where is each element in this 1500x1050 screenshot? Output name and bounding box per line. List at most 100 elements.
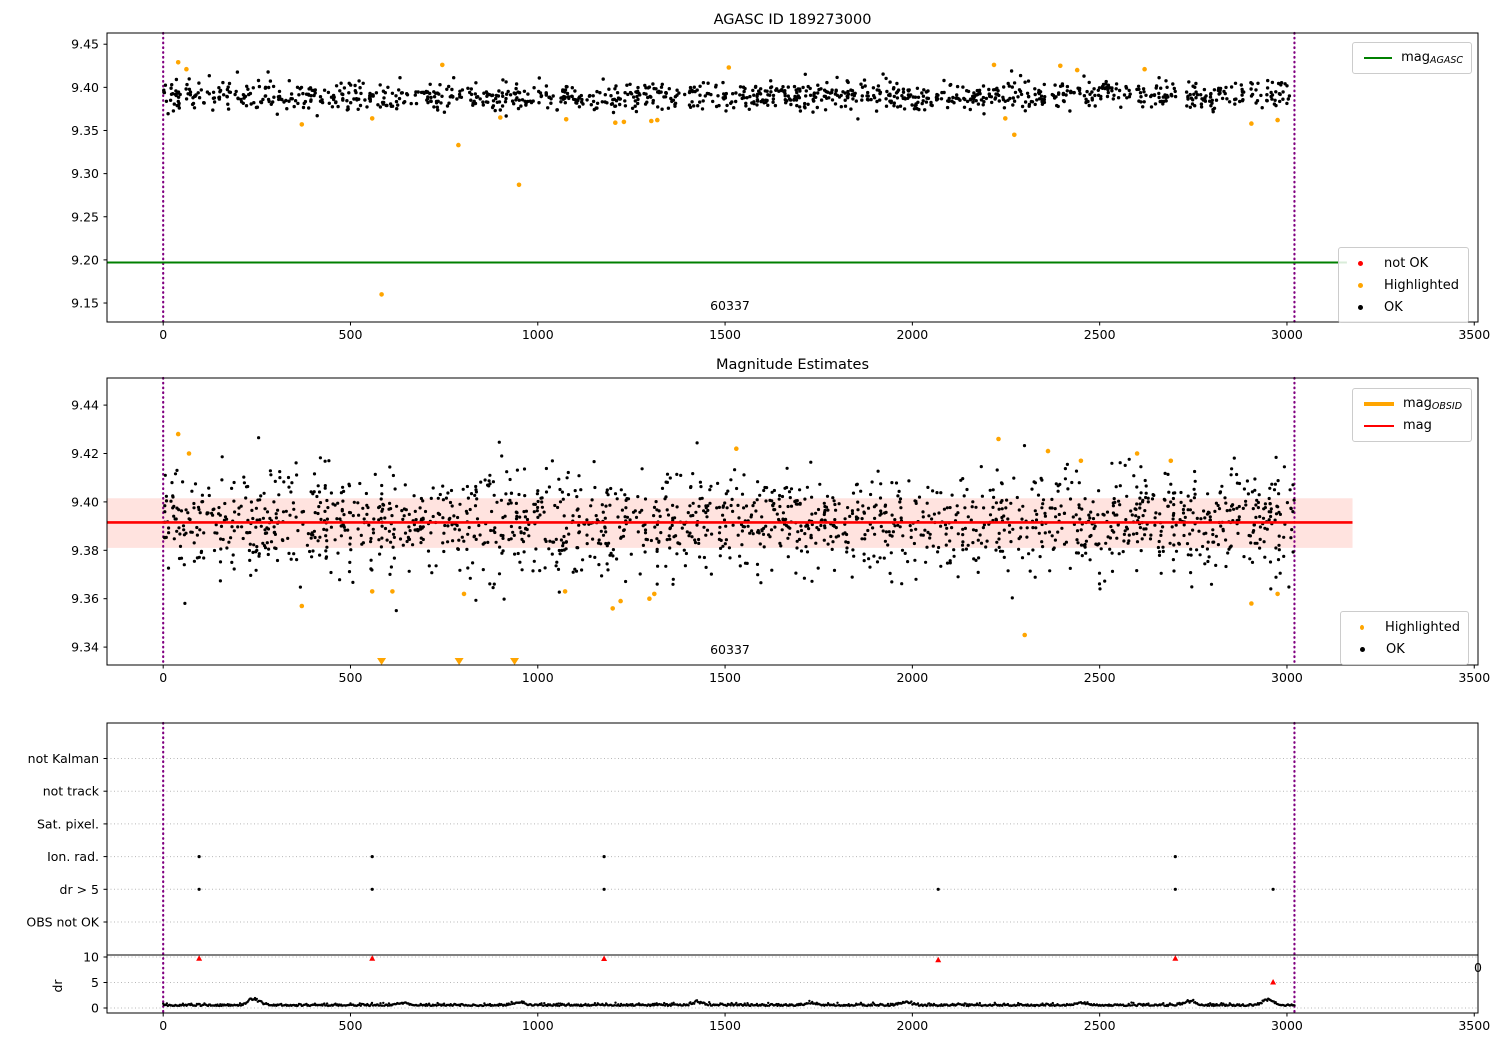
scatter-point-ok	[564, 540, 569, 544]
scatter-point-ok	[570, 94, 574, 99]
scatter-point-ok	[668, 527, 672, 531]
scatter-point-ok	[789, 487, 794, 491]
scatter-point-highlighted	[1275, 591, 1280, 597]
scatter-point-ok	[391, 545, 395, 549]
ok-dot-swatch	[1360, 646, 1365, 652]
scatter-point-ok	[925, 545, 929, 549]
scatter-point-ok	[1266, 78, 1270, 83]
scatter-point-ok	[932, 512, 937, 516]
scatter-point-highlighted	[1058, 63, 1063, 69]
scatter-point-ok	[431, 486, 435, 490]
scatter-point-ok	[330, 105, 335, 109]
scatter-point-ok	[641, 543, 646, 548]
scatter-point-ok	[1174, 523, 1178, 527]
scatter-point-ok	[837, 502, 841, 506]
scatter-point-ok	[1097, 582, 1102, 586]
scatter-point-ok	[1171, 82, 1175, 86]
scatter-point-ok	[609, 486, 613, 491]
scatter-point-ok	[166, 112, 170, 116]
scatter-point-ok	[387, 529, 391, 533]
scatter-point-ok	[677, 91, 681, 95]
scatter-point-ok	[172, 514, 176, 518]
scatter-point-ok	[851, 97, 855, 101]
scatter-point-ok	[1193, 479, 1197, 483]
scatter-point-ok	[1004, 506, 1008, 510]
scatter-point-ok	[671, 577, 675, 581]
scatter-point-ok	[562, 534, 566, 539]
scatter-point-ok	[289, 490, 293, 494]
scatter-point-ok	[1055, 103, 1059, 108]
scatter-point-ok	[1282, 535, 1286, 539]
scatter-point-ok	[615, 497, 619, 501]
scatter-point-ok	[402, 514, 406, 518]
scatter-point-ok	[310, 555, 314, 559]
scatter-point-ok	[1231, 503, 1235, 507]
scatter-point-ok	[889, 100, 893, 105]
scatter-point-ok	[673, 95, 678, 99]
scatter-point-ok	[384, 103, 388, 108]
scatter-point-ok	[184, 508, 188, 512]
scatter-point-ok	[1009, 69, 1014, 73]
scatter-point-ok	[665, 508, 669, 512]
scatter-point-ok	[498, 108, 502, 112]
scatter-point-ok	[296, 101, 300, 106]
scatter-point-ok	[466, 496, 470, 500]
scatter-point-ok	[785, 524, 789, 528]
scatter-point-ok	[1164, 79, 1168, 83]
legend-item-not-ok: not OK	[1347, 252, 1460, 274]
scatter-point-ok	[890, 481, 894, 485]
scatter-point-ok	[976, 102, 981, 106]
scatter-point-ok	[1082, 94, 1087, 98]
scatter-point-ok	[1110, 86, 1114, 90]
scatter-point-ok	[723, 501, 727, 505]
scatter-point-ok	[325, 498, 329, 503]
scatter-point-ok	[914, 102, 918, 106]
dr-trace-point	[1260, 1002, 1263, 1005]
top-panel	[107, 31, 1347, 324]
scatter-point-ok	[787, 490, 792, 494]
scatter-point-ok	[895, 96, 900, 100]
scatter-point-ok	[385, 538, 389, 542]
scatter-point-ok	[232, 480, 236, 485]
scatter-point-ok	[806, 102, 810, 107]
scatter-point-ok	[628, 82, 632, 87]
scatter-point-ok	[387, 507, 391, 511]
scatter-point-ok	[921, 533, 925, 537]
scatter-point-ok	[211, 90, 216, 95]
scatter-point-ok	[543, 566, 547, 570]
scatter-point-ok	[575, 508, 579, 512]
scatter-point-ok	[867, 557, 871, 561]
scatter-point-ok	[1263, 506, 1267, 510]
scatter-point-ok	[769, 79, 773, 83]
scatter-point-ok	[1187, 80, 1191, 84]
scatter-point-ok	[537, 101, 541, 105]
scatter-point-ok	[1009, 501, 1013, 505]
scatter-point-ok	[341, 485, 345, 489]
scatter-point-ok	[456, 547, 460, 552]
scatter-point-ok	[509, 524, 513, 529]
scatter-point-ok	[702, 509, 706, 513]
scatter-point-ok	[687, 103, 692, 107]
scatter-point-ok	[377, 518, 381, 522]
scatter-point-ok	[623, 515, 627, 519]
scatter-point-ok	[1041, 545, 1045, 549]
scatter-point-ok	[1089, 510, 1093, 514]
scatter-point-ok	[961, 533, 965, 537]
scatter-point-ok	[345, 99, 349, 103]
scatter-point-ok	[379, 545, 383, 549]
scatter-point-ok	[532, 86, 536, 90]
scatter-point-ok	[771, 93, 776, 98]
scatter-point-ok	[391, 473, 395, 478]
scatter-point-ok	[497, 572, 502, 576]
scatter-point-ok	[888, 533, 892, 537]
scatter-point-ok	[351, 514, 355, 518]
scatter-point-highlighted	[1012, 132, 1017, 138]
scatter-point-ok	[581, 558, 585, 562]
scatter-point-ok	[374, 91, 379, 95]
scatter-point-ok	[755, 99, 760, 103]
scatter-point-ok	[736, 503, 740, 507]
scatter-point-ok	[394, 94, 398, 98]
scatter-point-ok	[764, 499, 768, 503]
scatter-point-ok	[771, 503, 775, 507]
scatter-point-ok	[981, 526, 986, 530]
